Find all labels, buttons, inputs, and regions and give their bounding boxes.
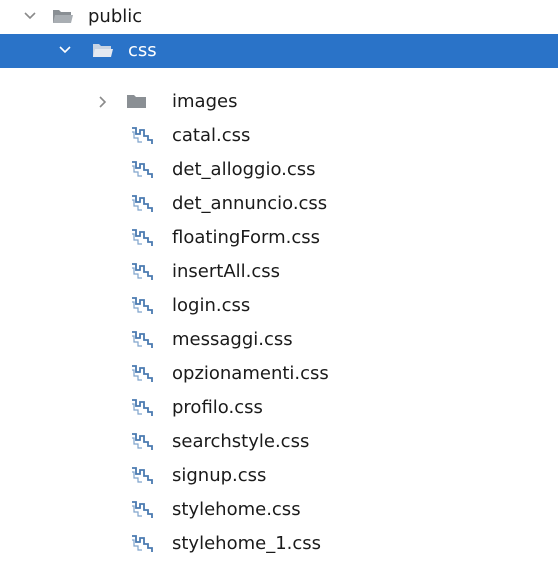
tree-item-file[interactable]: catal.css	[0, 119, 558, 153]
tree-item-label: stylehome_1.css	[172, 533, 322, 554]
css-file-icon	[130, 330, 156, 350]
tree-item-file[interactable]: opzionamenti.css	[0, 357, 558, 391]
tree-item-file[interactable]: insertAll.css	[0, 255, 558, 289]
tree-item-label: public	[88, 6, 143, 27]
tree-item-label: images	[172, 91, 238, 112]
tree-item-file[interactable]: stylehome.css	[0, 493, 558, 527]
tree-item-label: css	[128, 40, 157, 61]
css-file-icon	[130, 296, 156, 316]
css-file-icon	[130, 500, 156, 520]
tree-item-css[interactable]: css	[0, 34, 558, 68]
tree-item-label: det_alloggio.css	[172, 159, 316, 180]
tree-item-label: catal.css	[172, 125, 251, 146]
tree-item-label: insertAll.css	[172, 261, 281, 282]
tree-item-label: login.css	[172, 295, 251, 316]
project-tree: public css images catal.css det_alloggio…	[0, 0, 558, 584]
tree-item-file[interactable]: det_annuncio.css	[0, 187, 558, 221]
css-file-icon	[130, 126, 156, 146]
tree-item-label: signup.css	[172, 465, 267, 486]
css-file-icon	[130, 364, 156, 384]
tree-item-label: stylehome.css	[172, 499, 301, 520]
tree-item-file[interactable]: det_alloggio.css	[0, 153, 558, 187]
tree-item-label: profilo.css	[172, 397, 263, 418]
tree-item-file[interactable]: login.css	[0, 289, 558, 323]
tree-item-label: opzionamenti.css	[172, 363, 329, 384]
tree-item-label: det_annuncio.css	[172, 193, 328, 214]
tree-item-images[interactable]: images	[0, 85, 558, 119]
tree-item-public[interactable]: public	[0, 0, 558, 34]
css-file-icon	[130, 534, 156, 554]
tree-item-file[interactable]: messaggi.css	[0, 323, 558, 357]
chevron-down-icon[interactable]	[24, 11, 36, 21]
tree-item-label: searchstyle.css	[172, 431, 310, 452]
css-file-icon	[130, 160, 156, 180]
folder-open-icon	[92, 41, 114, 59]
tree-item-file[interactable]: searchstyle.css	[0, 425, 558, 459]
tree-item-file[interactable]: profilo.css	[0, 391, 558, 425]
chevron-right-icon[interactable]	[98, 96, 108, 108]
css-file-icon	[130, 432, 156, 452]
css-file-icon	[130, 228, 156, 248]
tree-item-label: messaggi.css	[172, 329, 293, 350]
folder-open-icon	[52, 7, 74, 25]
css-file-icon	[130, 262, 156, 282]
css-file-icon	[130, 466, 156, 486]
css-file-icon	[130, 398, 156, 418]
tree-item-label: floatingForm.css	[172, 227, 320, 248]
chevron-down-icon[interactable]	[59, 45, 71, 55]
tree-item-file[interactable]: signup.css	[0, 459, 558, 493]
css-file-icon	[130, 194, 156, 214]
folder-icon	[126, 92, 148, 110]
tree-item-file[interactable]: floatingForm.css	[0, 221, 558, 255]
tree-item-file[interactable]: stylehome_1.css	[0, 527, 558, 561]
